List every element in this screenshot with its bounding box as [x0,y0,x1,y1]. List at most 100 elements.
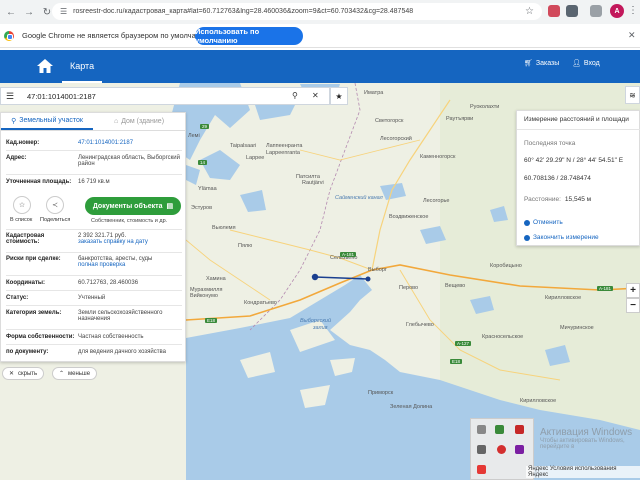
extension-icon[interactable] [548,5,560,17]
forward-icon[interactable]: → [22,5,36,19]
field-label: Кадастровая стоимость: [6,233,45,245]
road-number-badge: E18 [205,318,218,323]
field-label: Категория земель: [6,310,62,316]
field-cadastral-number: Кад.номер: 47:01:1014001:2187 [6,140,184,146]
menu-icon[interactable]: ☰ [1,91,19,102]
field-value: Земли сельскохозяйственного назначения [78,310,163,322]
tray-app-icon[interactable] [515,445,524,454]
tray-app-icon[interactable] [495,425,504,434]
map-attribution[interactable]: Яндекс Условия использования Яндекс [526,466,640,478]
close-icon: ✕ [9,371,15,377]
orders-label: Заказы [535,59,560,67]
map-place-label: Зеленая Долина [390,404,433,410]
road-number-badge: 29 [200,124,210,129]
map-place-label: Светогорск [375,118,404,124]
map-place-label: Кирилловское [545,295,582,301]
site-header: Карта 🛒︎ Заказы 👤︎ Вход [0,50,640,83]
measurement-panel: Измерение расстояний и площади Последняя… [516,110,640,246]
less-label: меньше [68,370,91,377]
set-default-button[interactable]: Использовать по умолчанию [195,27,303,45]
tab-building-label: Дом (здание) [121,118,165,125]
tab-map[interactable]: Карта [62,50,103,83]
windows-activation-watermark: Активация Windows [540,427,633,438]
field-value: Частная собственность [78,334,144,340]
cancel-icon [524,219,530,226]
object-documents-button[interactable]: Документы объекта ▤ [85,197,181,215]
profile-avatar[interactable]: A [610,4,624,18]
map-water-label: Сайменский канал [335,195,383,201]
zoom-out-button[interactable]: − [626,298,640,313]
tab-building[interactable]: ⌂ Дом (здание) [93,113,185,130]
bookmark-star-icon[interactable]: ☆ [525,6,534,17]
chevron-up-icon: ⌃ [59,371,65,377]
close-infobar-icon[interactable]: ✕ [628,30,636,41]
map-place-label: Мичуринское [560,325,594,331]
back-icon[interactable]: ← [4,5,18,19]
clear-search-icon[interactable]: ✕ [312,91,319,100]
tray-app-icon[interactable] [497,445,506,454]
zoom-in-button[interactable]: + [626,283,640,298]
site-info-icon[interactable]: ☰ [60,7,67,16]
share-button[interactable]: ≺ [46,196,64,214]
map-place-label: Вьюлемя [212,225,236,231]
field-coordinates: Координаты: 60.712763, 28.460036 [6,280,184,286]
check-icon [524,234,530,241]
measure-title: Измерение расстояний и площади [524,116,629,123]
user-icon: 👤︎ [572,60,581,67]
tab-land-plot[interactable]: ⚲ Земельный участок [1,113,93,130]
map-place-label: Лесогорский [380,136,412,142]
map-place-label: Taipalsaari [230,143,257,149]
cadastral-number-link[interactable]: 47:01:1014001:2187 [78,140,184,146]
show-less-button[interactable]: ⌃ меньше [52,367,98,380]
finish-measure-button[interactable]: Закончить измерение [524,234,599,241]
infobar-message: Google Chrome не является браузером по у… [22,31,212,40]
measure-end-point[interactable] [365,276,371,282]
map-place-label: Перово [399,285,419,291]
search-input[interactable]: 47:01:1014001:2187 [27,92,96,101]
orders-button[interactable]: 🛒︎ Заказы [524,59,560,68]
login-label: Вход [583,59,600,67]
tray-app-icon[interactable] [477,425,486,434]
field-cadastral-value: Кадастровая стоимость: 2 392 321.71 руб.… [6,233,184,245]
favorite-star-button[interactable]: ★ [330,87,348,105]
field-land-category: Категория земель: Земли сельскохозяйстве… [6,310,184,322]
home-icon[interactable] [36,57,54,75]
map-place-label: Красносельское [482,334,524,340]
last-point-label: Последняя точка [524,140,576,147]
hide-panel-button[interactable]: ✕ скрыть [2,367,45,380]
chrome-menu-icon[interactable]: ⋮ [628,5,638,16]
road-number-badge: A-181 [597,286,614,291]
address-bar[interactable]: ☰ rosreestr-doc.ru/кадастровая_карта#lat… [52,3,542,20]
extension-icon[interactable] [566,5,578,17]
map-place-label: Ylämaa [198,186,217,192]
field-address: Адрес: Ленинградская область, Выборгский… [6,155,184,167]
tray-app-icon[interactable] [477,445,486,454]
distance-value: 15,545 м [564,196,592,203]
measure-start-point[interactable] [311,273,319,281]
coords-dms: 60° 42' 29.29" N / 28° 44' 54.51" E [524,157,624,164]
map-place-label: Глебычево [406,322,434,328]
tray-app-icon[interactable] [515,425,524,434]
tray-app-icon[interactable] [477,465,486,474]
add-to-list-button[interactable]: ☆ [13,196,31,214]
map-place-label: Руоколахти [470,104,500,110]
layers-button[interactable]: ≋ [625,86,640,104]
cancel-measure-button[interactable]: Отменить [524,219,563,226]
docs-button-label: Документы объекта [92,202,163,210]
add-to-list-label: В список [10,217,33,223]
extensions-puzzle-icon[interactable] [590,5,602,17]
map-water-label: Выборгский [300,318,332,324]
map-place-label: Пялю [238,243,253,249]
order-certificate-link[interactable]: заказать справку на дату [78,239,184,245]
search-icon[interactable]: ⚲ [292,91,298,100]
building-icon: ⌂ [113,118,119,125]
map-place-label: Вещево [445,283,466,289]
land-plot-icon: ⚲ [11,117,17,125]
field-label: Форма собственности: [6,334,75,340]
full-check-link[interactable]: полная проверка [78,262,184,268]
url-text: rosreestr-doc.ru/кадастровая_карта#lat=6… [73,8,414,15]
field-risks: Риски при сделке: банкротства, аресты, с… [6,256,184,268]
login-button[interactable]: 👤︎ Вход [572,59,600,68]
field-value-wrapper: 2 392 321.71 руб. заказать справку на да… [78,233,184,245]
field-label: Риски при сделке: [6,256,61,262]
